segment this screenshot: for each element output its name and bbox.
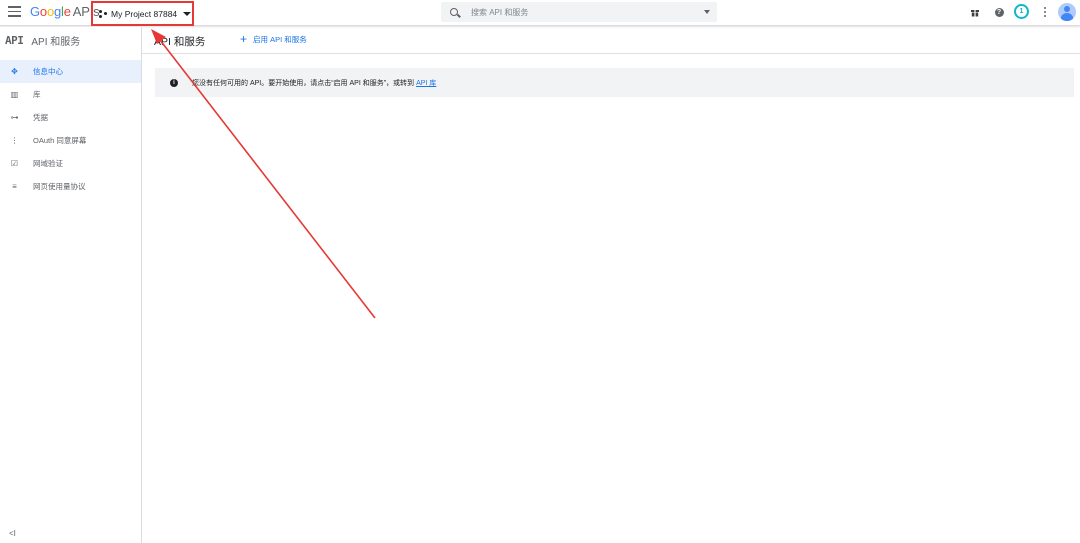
- sidebar-item-label: OAuth 同意屏幕: [33, 136, 87, 145]
- more-vert-icon[interactable]: [1038, 5, 1052, 19]
- library-icon: ▥: [10, 90, 19, 99]
- sidebar-item-domain-verification[interactable]: ☑ 网域验证: [0, 152, 141, 175]
- sidebar-item-label: 网域验证: [33, 159, 63, 168]
- sidebar-item-dashboard[interactable]: ✥ 信息中心: [0, 60, 141, 83]
- sidebar-item-oauth-consent[interactable]: ⋮ OAuth 同意屏幕: [0, 129, 141, 152]
- search-icon: [450, 8, 458, 16]
- sidebar-item-library[interactable]: ▥ 库: [0, 83, 141, 106]
- sidebar-title: API 和服务: [31, 37, 81, 48]
- sidebar-item-label: 凭据: [33, 113, 48, 122]
- sidebar-item-label: 信息中心: [33, 67, 63, 76]
- main-header: API 和服务 + 启用 API 和服务: [142, 27, 1080, 54]
- search-placeholder: 搜索 API 和服务: [471, 7, 529, 17]
- sidebar-item-label: 网页使用量协议: [33, 182, 86, 191]
- search-bar[interactable]: 搜索 API 和服务: [441, 2, 717, 22]
- domain-icon: ☑: [10, 159, 19, 168]
- consent-icon: ⋮: [10, 136, 19, 145]
- settings-icon: ≡: [12, 182, 17, 191]
- api-logo-icon: API: [5, 34, 24, 47]
- sidebar-item-label: 库: [33, 90, 41, 99]
- top-app-bar: Google APIs My Project 87884 搜索 API 和服务 ?…: [0, 0, 1080, 26]
- gift-icon[interactable]: [968, 5, 982, 19]
- notification-badge[interactable]: 1: [1014, 4, 1029, 19]
- api-library-link[interactable]: API 库: [416, 78, 436, 88]
- chevron-down-icon: [183, 11, 192, 16]
- sidebar: API API 和服务 ✥ 信息中心 ▥ 库 ⊶ 凭据 ⋮ OAuth 同意屏幕…: [0, 27, 142, 543]
- banner-text: 您没有任何可用的 API。要开始使用，请点击“启用 API 和服务”，或转到: [192, 79, 415, 87]
- sidebar-header: API API 和服务: [0, 27, 141, 54]
- sidebar-item-credentials[interactable]: ⊶ 凭据: [0, 106, 141, 129]
- enable-apis-label: 启用 API 和服务: [253, 34, 307, 44]
- collapse-sidebar-icon[interactable]: <I: [9, 529, 16, 538]
- sidebar-item-page-usage-agreements[interactable]: ≡ 网页使用量协议: [0, 175, 141, 198]
- key-icon: ⊶: [10, 113, 19, 122]
- dashboard-icon: ✥: [11, 67, 18, 76]
- sidebar-nav: ✥ 信息中心 ▥ 库 ⊶ 凭据 ⋮ OAuth 同意屏幕 ☑ 网域验证 ≡ 网页…: [0, 60, 141, 198]
- google-apis-logo[interactable]: Google APIs: [30, 4, 100, 20]
- menu-icon[interactable]: [8, 6, 21, 17]
- page-title: API 和服务: [154, 36, 206, 48]
- search-dropdown-icon[interactable]: [704, 10, 710, 14]
- enable-apis-button[interactable]: + 启用 API 和服务: [240, 33, 307, 45]
- info-icon: i: [170, 78, 178, 87]
- avatar[interactable]: [1058, 3, 1076, 21]
- project-name: My Project 87884: [111, 8, 178, 19]
- add-icon: +: [240, 32, 248, 46]
- info-banner: i 您没有任何可用的 API。要开始使用，请点击“启用 API 和服务”，或转到…: [155, 68, 1074, 97]
- project-selector[interactable]: My Project 87884: [91, 1, 194, 26]
- project-icon: [99, 9, 107, 18]
- help-icon[interactable]: ?: [992, 5, 1006, 19]
